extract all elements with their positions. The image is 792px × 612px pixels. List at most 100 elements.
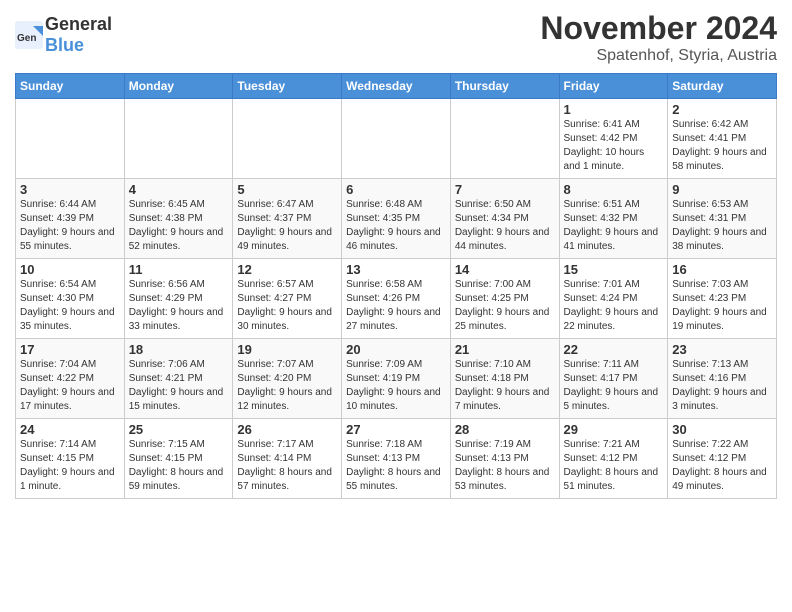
day-info: Sunrise: 7:14 AM Sunset: 4:15 PM Dayligh… <box>20 438 120 494</box>
calendar-cell: 16Sunrise: 7:03 AM Sunset: 4:23 PM Dayli… <box>668 259 777 339</box>
calendar-cell: 24Sunrise: 7:14 AM Sunset: 4:15 PM Dayli… <box>16 419 125 499</box>
day-info: Sunrise: 6:54 AM Sunset: 4:30 PM Dayligh… <box>20 278 120 334</box>
month-title: November 2024 <box>540 10 777 47</box>
calendar-cell <box>233 99 342 179</box>
day-info: Sunrise: 7:18 AM Sunset: 4:13 PM Dayligh… <box>346 438 446 494</box>
calendar-week-3: 17Sunrise: 7:04 AM Sunset: 4:22 PM Dayli… <box>16 339 777 419</box>
day-number: 20 <box>346 342 446 357</box>
day-info: Sunrise: 6:47 AM Sunset: 4:37 PM Dayligh… <box>237 198 337 254</box>
day-info: Sunrise: 7:04 AM Sunset: 4:22 PM Dayligh… <box>20 358 120 414</box>
day-number: 14 <box>455 262 555 277</box>
day-info: Sunrise: 7:00 AM Sunset: 4:25 PM Dayligh… <box>455 278 555 334</box>
calendar-header-row: Sunday Monday Tuesday Wednesday Thursday… <box>16 74 777 99</box>
day-number: 1 <box>564 102 664 117</box>
logo: Gen General Blue <box>15 14 112 56</box>
calendar-cell: 2Sunrise: 6:42 AM Sunset: 4:41 PM Daylig… <box>668 99 777 179</box>
day-info: Sunrise: 7:09 AM Sunset: 4:19 PM Dayligh… <box>346 358 446 414</box>
calendar-cell: 7Sunrise: 6:50 AM Sunset: 4:34 PM Daylig… <box>450 179 559 259</box>
day-number: 30 <box>672 422 772 437</box>
day-number: 10 <box>20 262 120 277</box>
calendar-cell: 18Sunrise: 7:06 AM Sunset: 4:21 PM Dayli… <box>124 339 233 419</box>
calendar-cell: 11Sunrise: 6:56 AM Sunset: 4:29 PM Dayli… <box>124 259 233 339</box>
day-info: Sunrise: 7:17 AM Sunset: 4:14 PM Dayligh… <box>237 438 337 494</box>
calendar-cell: 1Sunrise: 6:41 AM Sunset: 4:42 PM Daylig… <box>559 99 668 179</box>
logo-blue: Blue <box>45 35 84 55</box>
header-thursday: Thursday <box>450 74 559 99</box>
day-number: 26 <box>237 422 337 437</box>
day-number: 29 <box>564 422 664 437</box>
day-info: Sunrise: 7:07 AM Sunset: 4:20 PM Dayligh… <box>237 358 337 414</box>
calendar-cell: 9Sunrise: 6:53 AM Sunset: 4:31 PM Daylig… <box>668 179 777 259</box>
day-info: Sunrise: 7:01 AM Sunset: 4:24 PM Dayligh… <box>564 278 664 334</box>
calendar-cell: 6Sunrise: 6:48 AM Sunset: 4:35 PM Daylig… <box>342 179 451 259</box>
day-number: 21 <box>455 342 555 357</box>
day-number: 3 <box>20 182 120 197</box>
day-number: 13 <box>346 262 446 277</box>
svg-text:Gen: Gen <box>17 33 36 44</box>
calendar-cell: 13Sunrise: 6:58 AM Sunset: 4:26 PM Dayli… <box>342 259 451 339</box>
day-info: Sunrise: 6:56 AM Sunset: 4:29 PM Dayligh… <box>129 278 229 334</box>
page: Gen General Blue November 2024 Spatenhof… <box>0 0 792 612</box>
header: Gen General Blue November 2024 Spatenhof… <box>15 10 777 65</box>
calendar-week-0: 1Sunrise: 6:41 AM Sunset: 4:42 PM Daylig… <box>16 99 777 179</box>
calendar-cell: 27Sunrise: 7:18 AM Sunset: 4:13 PM Dayli… <box>342 419 451 499</box>
day-info: Sunrise: 6:45 AM Sunset: 4:38 PM Dayligh… <box>129 198 229 254</box>
header-wednesday: Wednesday <box>342 74 451 99</box>
day-info: Sunrise: 7:22 AM Sunset: 4:12 PM Dayligh… <box>672 438 772 494</box>
day-info: Sunrise: 6:48 AM Sunset: 4:35 PM Dayligh… <box>346 198 446 254</box>
day-info: Sunrise: 6:51 AM Sunset: 4:32 PM Dayligh… <box>564 198 664 254</box>
day-number: 6 <box>346 182 446 197</box>
day-number: 15 <box>564 262 664 277</box>
calendar-cell: 29Sunrise: 7:21 AM Sunset: 4:12 PM Dayli… <box>559 419 668 499</box>
calendar-cell: 19Sunrise: 7:07 AM Sunset: 4:20 PM Dayli… <box>233 339 342 419</box>
day-number: 28 <box>455 422 555 437</box>
day-number: 5 <box>237 182 337 197</box>
day-number: 27 <box>346 422 446 437</box>
calendar-week-4: 24Sunrise: 7:14 AM Sunset: 4:15 PM Dayli… <box>16 419 777 499</box>
header-saturday: Saturday <box>668 74 777 99</box>
calendar-week-1: 3Sunrise: 6:44 AM Sunset: 4:39 PM Daylig… <box>16 179 777 259</box>
day-number: 11 <box>129 262 229 277</box>
calendar-cell: 28Sunrise: 7:19 AM Sunset: 4:13 PM Dayli… <box>450 419 559 499</box>
calendar-cell: 22Sunrise: 7:11 AM Sunset: 4:17 PM Dayli… <box>559 339 668 419</box>
location-subtitle: Spatenhof, Styria, Austria <box>540 47 777 65</box>
day-info: Sunrise: 6:42 AM Sunset: 4:41 PM Dayligh… <box>672 118 772 174</box>
calendar-cell: 5Sunrise: 6:47 AM Sunset: 4:37 PM Daylig… <box>233 179 342 259</box>
day-info: Sunrise: 6:50 AM Sunset: 4:34 PM Dayligh… <box>455 198 555 254</box>
calendar-table: Sunday Monday Tuesday Wednesday Thursday… <box>15 73 777 499</box>
day-info: Sunrise: 6:57 AM Sunset: 4:27 PM Dayligh… <box>237 278 337 334</box>
title-area: November 2024 Spatenhof, Styria, Austria <box>540 10 777 65</box>
day-number: 12 <box>237 262 337 277</box>
calendar-cell <box>342 99 451 179</box>
calendar-cell: 25Sunrise: 7:15 AM Sunset: 4:15 PM Dayli… <box>124 419 233 499</box>
logo-text: General Blue <box>45 14 112 56</box>
logo-general: General <box>45 14 112 34</box>
day-info: Sunrise: 7:06 AM Sunset: 4:21 PM Dayligh… <box>129 358 229 414</box>
day-number: 24 <box>20 422 120 437</box>
calendar-cell: 10Sunrise: 6:54 AM Sunset: 4:30 PM Dayli… <box>16 259 125 339</box>
calendar-cell: 3Sunrise: 6:44 AM Sunset: 4:39 PM Daylig… <box>16 179 125 259</box>
calendar-cell: 20Sunrise: 7:09 AM Sunset: 4:19 PM Dayli… <box>342 339 451 419</box>
day-number: 2 <box>672 102 772 117</box>
day-info: Sunrise: 6:44 AM Sunset: 4:39 PM Dayligh… <box>20 198 120 254</box>
calendar-cell: 30Sunrise: 7:22 AM Sunset: 4:12 PM Dayli… <box>668 419 777 499</box>
day-info: Sunrise: 7:19 AM Sunset: 4:13 PM Dayligh… <box>455 438 555 494</box>
day-info: Sunrise: 6:58 AM Sunset: 4:26 PM Dayligh… <box>346 278 446 334</box>
day-info: Sunrise: 7:10 AM Sunset: 4:18 PM Dayligh… <box>455 358 555 414</box>
day-number: 18 <box>129 342 229 357</box>
day-info: Sunrise: 7:03 AM Sunset: 4:23 PM Dayligh… <box>672 278 772 334</box>
calendar-cell <box>16 99 125 179</box>
day-number: 16 <box>672 262 772 277</box>
header-tuesday: Tuesday <box>233 74 342 99</box>
calendar-cell: 23Sunrise: 7:13 AM Sunset: 4:16 PM Dayli… <box>668 339 777 419</box>
day-number: 22 <box>564 342 664 357</box>
header-friday: Friday <box>559 74 668 99</box>
day-info: Sunrise: 7:21 AM Sunset: 4:12 PM Dayligh… <box>564 438 664 494</box>
calendar-cell: 8Sunrise: 6:51 AM Sunset: 4:32 PM Daylig… <box>559 179 668 259</box>
calendar-cell: 14Sunrise: 7:00 AM Sunset: 4:25 PM Dayli… <box>450 259 559 339</box>
day-number: 19 <box>237 342 337 357</box>
calendar-cell: 21Sunrise: 7:10 AM Sunset: 4:18 PM Dayli… <box>450 339 559 419</box>
day-number: 7 <box>455 182 555 197</box>
day-number: 25 <box>129 422 229 437</box>
calendar-week-2: 10Sunrise: 6:54 AM Sunset: 4:30 PM Dayli… <box>16 259 777 339</box>
